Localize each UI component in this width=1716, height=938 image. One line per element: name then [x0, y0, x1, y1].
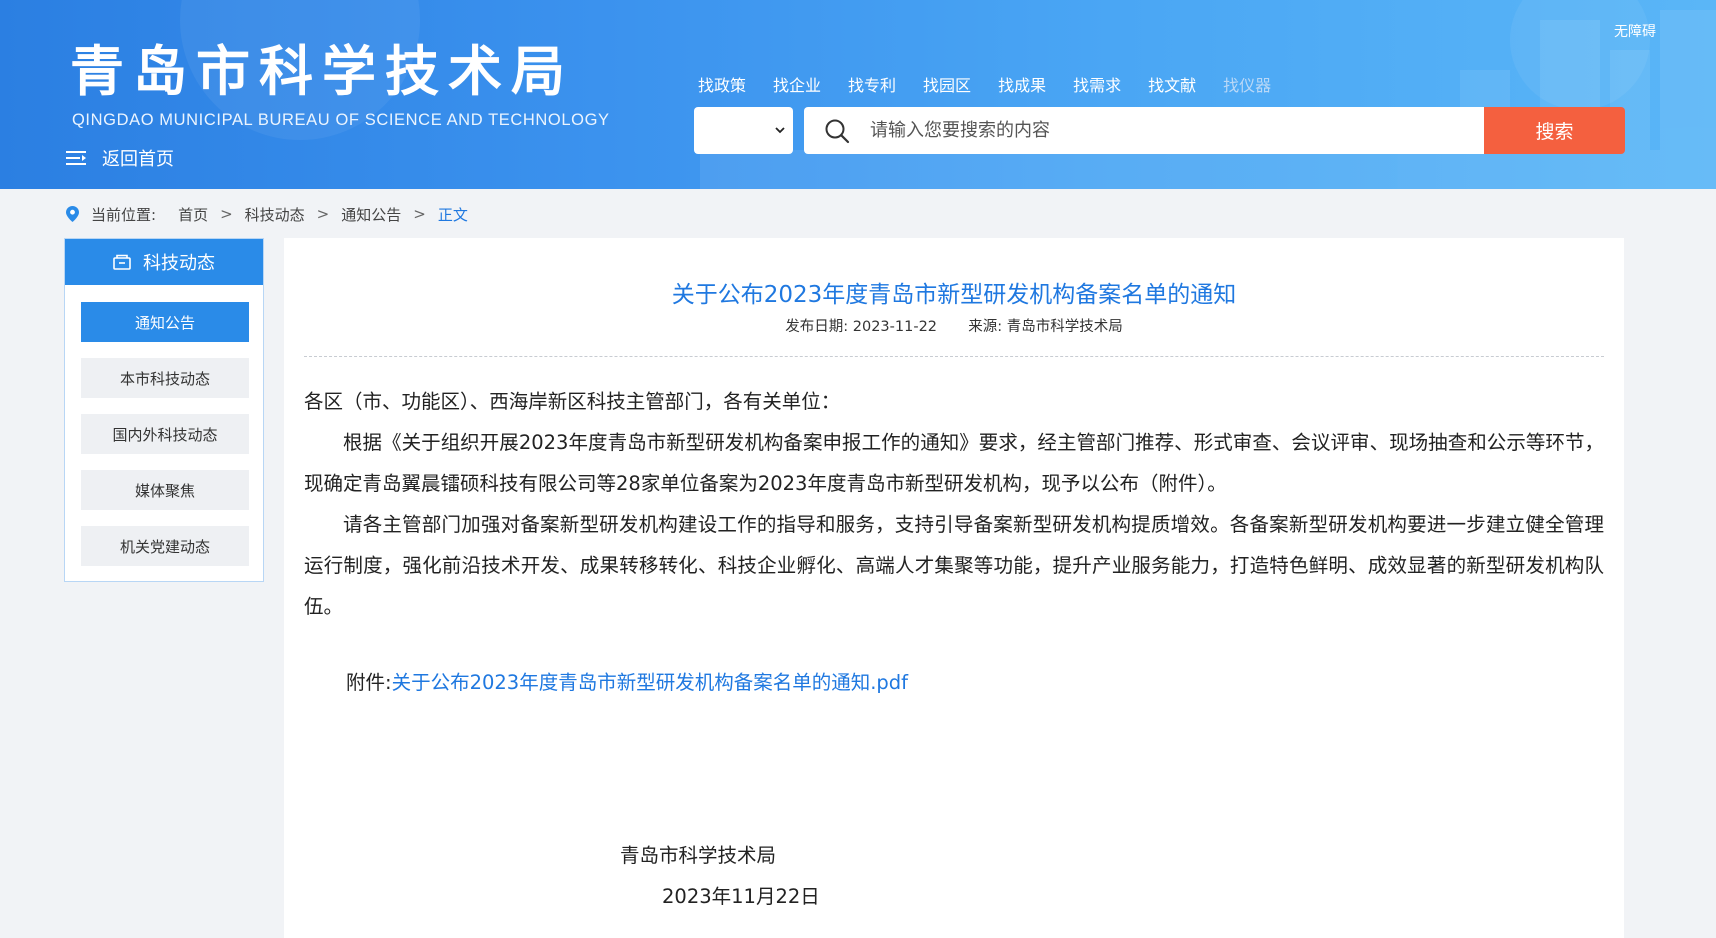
accessibility-link[interactable]: 无障碍: [1614, 21, 1656, 41]
sidebar-item-local-news[interactable]: 本市科技动态: [81, 358, 249, 398]
attachment-line: 附件:关于公布2023年度青岛市新型研发机构备案名单的通知.pdf: [346, 666, 908, 695]
breadcrumb-label: 当前位置:: [91, 205, 157, 224]
sidebar-item-party-news[interactable]: 机关党建动态: [81, 526, 249, 566]
sidebar-header: 科技动态: [65, 239, 263, 285]
breadcrumb-notices[interactable]: 通知公告: [341, 204, 401, 225]
breadcrumb-separator: >: [220, 205, 233, 223]
nav-find-achievement[interactable]: 找成果: [998, 72, 1046, 96]
sidebar-title: 科技动态: [143, 253, 215, 274]
article-paragraph: 请各主管部门加强对备案新型研发机构建设工作的指导和服务，支持引导备案新型研发机构…: [304, 513, 1604, 618]
article-salutation: 各区（市、功能区）、西海岸新区科技主管部门，各有关单位：: [304, 390, 841, 413]
nav-find-enterprise[interactable]: 找企业: [773, 72, 821, 96]
nav-find-policy[interactable]: 找政策: [698, 72, 746, 96]
back-home-label: 返回首页: [102, 149, 174, 170]
breadcrumb-separator: >: [316, 205, 330, 223]
search-input[interactable]: [868, 107, 1484, 154]
nav-find-instrument[interactable]: 找仪器: [1223, 72, 1271, 96]
article-meta: 发布日期: 2023-11-22 来源: 青岛市科学技术局: [284, 315, 1624, 336]
article-paragraph: 根据《关于组织开展2023年度青岛市新型研发机构备案申报工作的通知》要求，经主管…: [304, 431, 1604, 495]
top-navigation: 找政策 找企业 找专利 找园区 找成果 找需求 找文献 找仪器: [698, 72, 1298, 96]
publish-date-label: 发布日期:: [785, 319, 849, 335]
breadcrumb-current: 正文: [437, 205, 468, 224]
menu-icon: [66, 151, 86, 165]
back-home-link[interactable]: 返回首页: [66, 146, 174, 170]
site-header: 青岛市科学技术局 QINGDAO MUNICIPAL BUREAU OF SCI…: [0, 0, 1716, 189]
search-button[interactable]: 搜索: [1484, 107, 1625, 154]
nav-find-patent[interactable]: 找专利: [848, 72, 896, 96]
attachment-link[interactable]: 关于公布2023年度青岛市新型研发机构备案名单的通知.pdf: [392, 671, 908, 694]
breadcrumb: 当前位置: 首页 > 科技动态 > 通知公告 > 正文: [66, 202, 468, 226]
sidebar-list: 通知公告 本市科技动态 国内外科技动态 媒体聚焦 机关党建动态: [65, 285, 263, 566]
publish-date: 2023-11-22: [852, 319, 938, 335]
chevron-down-icon: [775, 127, 785, 134]
breadcrumb-separator: >: [413, 205, 426, 223]
source-label: 来源:: [968, 319, 1003, 335]
sidebar: 科技动态 通知公告 本市科技动态 国内外科技动态 媒体聚焦 机关党建动态: [64, 238, 264, 582]
source-value: 青岛市科学技术局: [1006, 319, 1123, 335]
article-panel: 关于公布2023年度青岛市新型研发机构备案名单的通知 发布日期: 2023-11…: [284, 238, 1624, 938]
nav-find-demand[interactable]: 找需求: [1073, 72, 1121, 96]
sidebar-item-notices[interactable]: 通知公告: [81, 302, 249, 342]
article-title: 关于公布2023年度青岛市新型研发机构备案名单的通知: [671, 282, 1237, 308]
article-divider: [304, 356, 1604, 357]
site-logo-title[interactable]: 青岛市科学技术局: [70, 42, 574, 102]
signature-date: 2023年11月22日: [662, 885, 820, 908]
sidebar-item-global-news[interactable]: 国内外科技动态: [81, 414, 249, 454]
folder-icon: [113, 254, 131, 270]
sidebar-item-media[interactable]: 媒体聚焦: [81, 470, 249, 510]
location-pin-icon: [66, 206, 79, 222]
article-body: 各区（市、功能区）、西海岸新区科技主管部门，各有关单位： 根据《关于组织开展20…: [304, 381, 1604, 627]
breadcrumb-tech-news[interactable]: 科技动态: [245, 204, 305, 225]
signature-organization: 青岛市科学技术局: [620, 844, 777, 867]
search-icon[interactable]: [824, 118, 850, 144]
nav-find-literature[interactable]: 找文献: [1148, 72, 1196, 96]
search-category-select[interactable]: [694, 107, 793, 154]
search-box: [804, 107, 1484, 154]
breadcrumb-home[interactable]: 首页: [178, 204, 208, 225]
nav-find-park[interactable]: 找园区: [923, 72, 971, 96]
site-logo-subtitle: QINGDAO MUNICIPAL BUREAU OF SCIENCE AND …: [72, 111, 610, 129]
attachment-label: 附件:: [346, 671, 392, 694]
